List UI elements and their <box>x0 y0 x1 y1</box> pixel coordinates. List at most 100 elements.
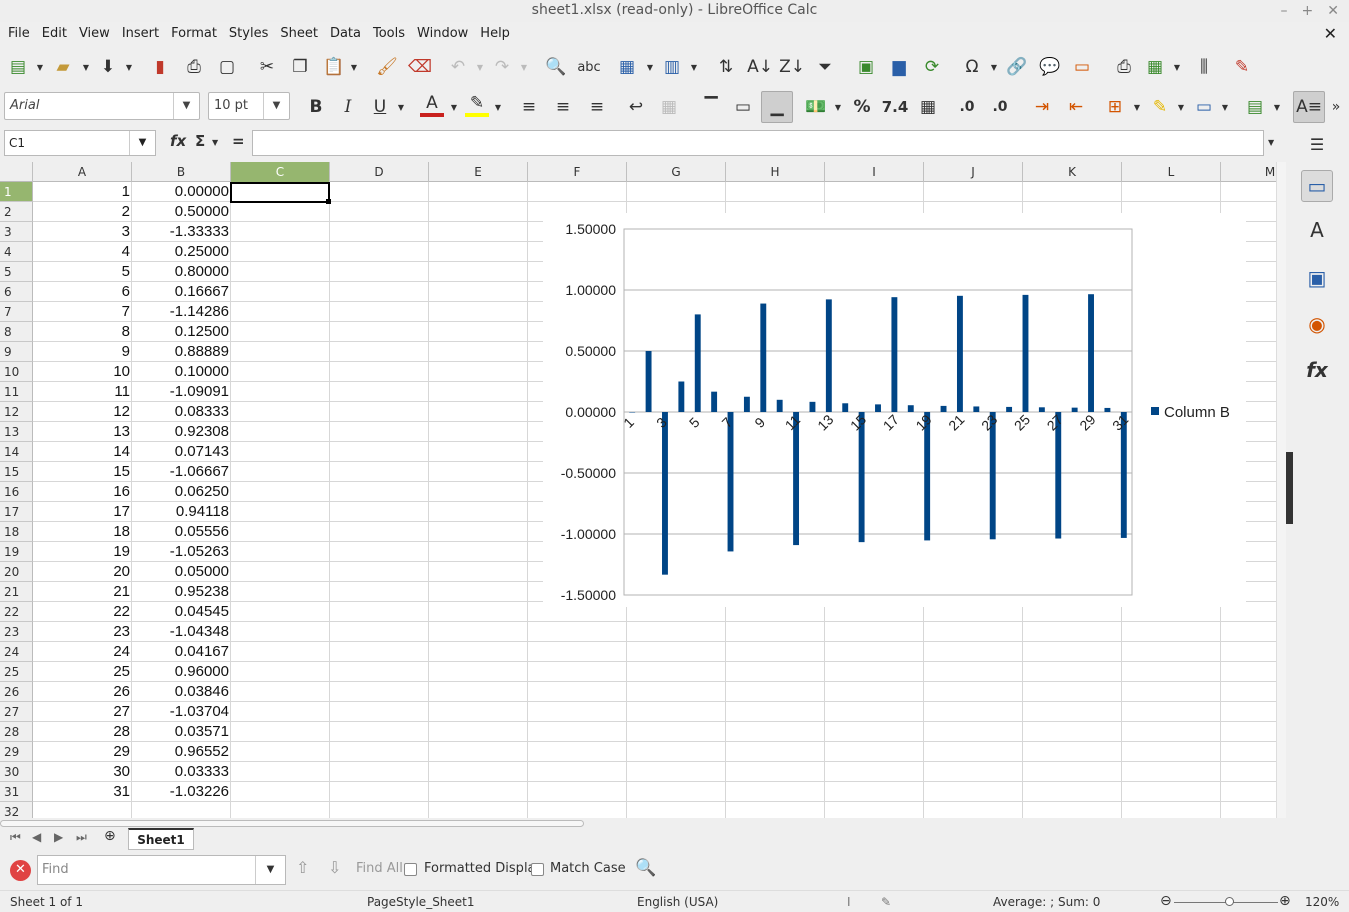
menu-file[interactable]: File <box>2 22 36 46</box>
row-header[interactable]: 30 <box>0 762 33 782</box>
close-document-icon[interactable]: ✕ <box>1324 24 1337 43</box>
formula-input[interactable] <box>252 130 1264 156</box>
add-decimal-icon[interactable]: .0 <box>955 95 979 119</box>
selection-summary[interactable]: Average: ; Sum: 0 <box>993 895 1100 909</box>
sidebar-menu-icon[interactable]: ☰ <box>1301 128 1333 160</box>
chevron-down-icon[interactable]: ▼ <box>646 55 654 79</box>
align-bottom-icon[interactable]: ▁ <box>761 91 793 123</box>
cell-a[interactable]: 21 <box>33 582 132 602</box>
borders-icon[interactable]: ⊞ <box>1103 95 1127 119</box>
column-header-c[interactable]: C <box>231 162 330 182</box>
undo-icon[interactable]: ↶ <box>446 55 470 79</box>
menu-help[interactable]: Help <box>474 22 516 46</box>
row-header[interactable]: 10 <box>0 362 33 382</box>
cell-b[interactable]: -1.06667 <box>132 462 231 482</box>
cell-a[interactable]: 19 <box>33 542 132 562</box>
cell-b[interactable]: 0.92308 <box>132 422 231 442</box>
chevron-down-icon[interactable]: ▼ <box>520 55 528 79</box>
align-center-icon[interactable]: ≡ <box>551 95 575 119</box>
print-preview-icon[interactable]: ▢ <box>215 55 239 79</box>
cell-b[interactable]: 0.07143 <box>132 442 231 462</box>
cell-b[interactable]: 0.10000 <box>132 362 231 382</box>
row-header[interactable]: 26 <box>0 682 33 702</box>
find-all-button[interactable]: Find All <box>356 861 403 876</box>
zoom-slider-knob[interactable] <box>1225 897 1234 906</box>
first-sheet-icon[interactable]: ⏮ <box>10 830 21 845</box>
cell-b[interactable]: 0.96552 <box>132 742 231 762</box>
insert-chart-icon[interactable]: ▆ <box>887 55 911 79</box>
row-header[interactable]: 15 <box>0 462 33 482</box>
menu-styles[interactable]: Styles <box>223 22 274 46</box>
new-document-icon[interactable]: ▤ <box>6 55 30 79</box>
underline-icon[interactable]: U <box>368 95 392 119</box>
cell-b[interactable]: -1.05263 <box>132 542 231 562</box>
find-replace-icon[interactable]: 🔍 <box>544 55 568 79</box>
expand-formula-icon[interactable]: ▼ <box>1268 138 1274 147</box>
find-next-icon[interactable]: ⇩ <box>328 858 341 877</box>
row-header[interactable]: 29 <box>0 742 33 762</box>
chevron-down-icon[interactable]: ▼ <box>1221 95 1229 119</box>
decrease-indent-icon[interactable]: ⇤ <box>1064 95 1088 119</box>
cell-a[interactable]: 1 <box>33 182 132 202</box>
cell-a[interactable]: 31 <box>33 782 132 802</box>
select-all-corner[interactable] <box>0 162 33 182</box>
column-header-m[interactable]: M <box>1221 162 1276 182</box>
chevron-down-icon[interactable]: ▼ <box>125 55 133 79</box>
cell-a[interactable]: 30 <box>33 762 132 782</box>
maximize-icon[interactable]: + <box>1302 1 1314 22</box>
cell-a[interactable]: 25 <box>33 662 132 682</box>
function-wizard-icon[interactable]: fx <box>170 132 186 150</box>
export-pdf-icon[interactable]: ▮ <box>148 55 172 79</box>
row-icon[interactable]: ▦ <box>615 55 639 79</box>
cell-cursor[interactable] <box>230 182 330 203</box>
cell-b[interactable]: -1.03704 <box>132 702 231 722</box>
formula-icon[interactable]: = <box>232 132 245 150</box>
headers-footers-icon[interactable]: ▭ <box>1070 55 1094 79</box>
menu-edit[interactable]: Edit <box>36 22 73 46</box>
page-style[interactable]: PageStyle_Sheet1 <box>367 895 475 909</box>
cell-a[interactable]: 17 <box>33 502 132 522</box>
cell-a[interactable]: 12 <box>33 402 132 422</box>
row-header[interactable]: 13 <box>0 422 33 442</box>
cell-a[interactable]: 5 <box>33 262 132 282</box>
insert-image-icon[interactable]: ▣ <box>854 55 878 79</box>
cell-a[interactable]: 22 <box>33 602 132 622</box>
cell-a[interactable]: 2 <box>33 202 132 222</box>
row-header[interactable]: 25 <box>0 662 33 682</box>
sum-icon[interactable]: Σ <box>195 132 205 150</box>
wrap-text-icon[interactable]: ↩ <box>624 95 648 119</box>
sheet-tab[interactable]: Sheet1 <box>128 828 194 850</box>
number-format-icon[interactable]: 7.4 <box>882 95 909 119</box>
cell-a[interactable]: 18 <box>33 522 132 542</box>
name-box[interactable]: C1 ▼ <box>4 130 156 156</box>
menu-view[interactable]: View <box>73 22 116 46</box>
language[interactable]: English (USA) <box>637 895 718 909</box>
row-header[interactable]: 2 <box>0 202 33 222</box>
menu-window[interactable]: Window <box>411 22 474 46</box>
column-header-l[interactable]: L <box>1122 162 1221 182</box>
selection-mode-icon[interactable]: I <box>847 895 851 909</box>
chevron-down-icon[interactable]: ▼ <box>494 95 502 119</box>
chevron-down-icon[interactable]: ▼ <box>834 95 842 119</box>
increase-indent-icon[interactable]: ⇥ <box>1030 95 1054 119</box>
column-header-e[interactable]: E <box>429 162 528 182</box>
cell-a[interactable]: 23 <box>33 622 132 642</box>
cell-b[interactable]: -1.33333 <box>132 222 231 242</box>
vertical-scrollbar[interactable] <box>1276 162 1286 818</box>
cell-a[interactable]: 14 <box>33 442 132 462</box>
row-header[interactable]: 6 <box>0 282 33 302</box>
sort-ascending-icon[interactable]: A↓ <box>747 55 773 79</box>
row-header[interactable]: 21 <box>0 582 33 602</box>
cell-b[interactable]: 0.95238 <box>132 582 231 602</box>
chevron-down-icon[interactable]: ▼ <box>1273 95 1281 119</box>
row-header[interactable]: 18 <box>0 522 33 542</box>
chevron-down-icon[interactable]: ▼ <box>690 55 698 79</box>
column-header-f[interactable]: F <box>528 162 627 182</box>
chevron-down-icon[interactable]: ▼ <box>450 95 458 119</box>
chevron-down-icon[interactable]: ▼ <box>129 131 155 155</box>
row-header[interactable]: 27 <box>0 702 33 722</box>
cell-a[interactable]: 15 <box>33 462 132 482</box>
percent-format-icon[interactable]: % <box>850 95 874 119</box>
row-header[interactable]: 8 <box>0 322 33 342</box>
merge-cells-icon[interactable]: ▦ <box>657 95 681 119</box>
